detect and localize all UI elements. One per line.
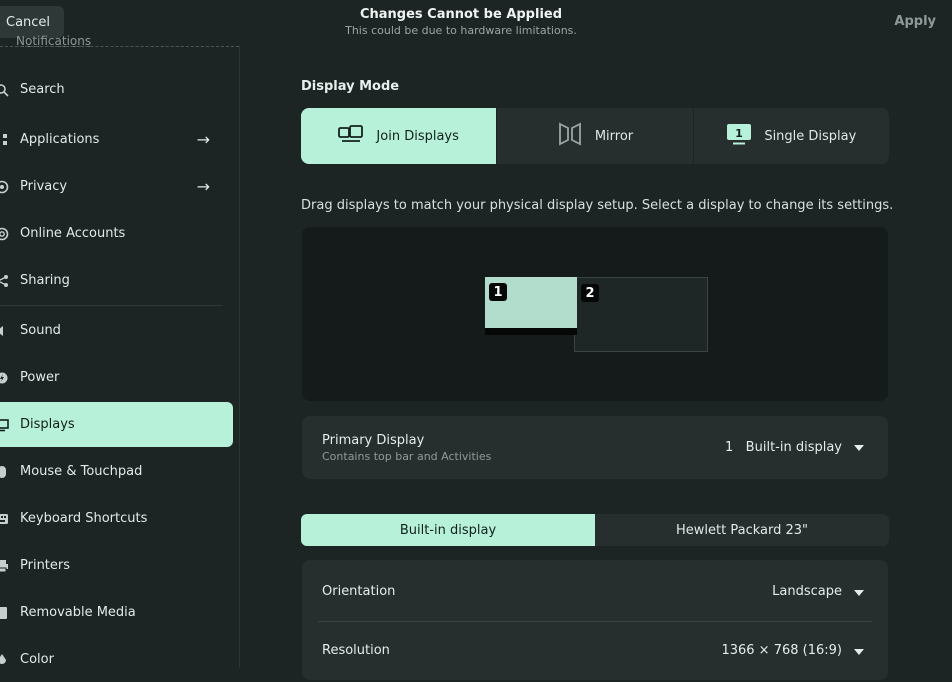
mode-mirror-button[interactable]: Mirror [497, 108, 694, 164]
grid-icon [0, 132, 10, 148]
at-icon [0, 226, 10, 242]
tab-hewlett-packard[interactable]: Hewlett Packard 23" [595, 514, 889, 546]
sidebar-item-label: Displays [20, 417, 75, 432]
sidebar: Notifications Search Applications → Priv… [0, 0, 240, 668]
sidebar-item-label: Applications [20, 132, 100, 147]
header-title-group: Changes Cannot be Applied This could be … [300, 7, 622, 37]
chevron-down-icon [854, 445, 864, 451]
sidebar-item-label: Printers [20, 558, 71, 573]
sidebar-item-label: Mouse & Touchpad [20, 464, 143, 479]
power-icon [0, 370, 10, 386]
hand-icon [0, 179, 10, 195]
mouse-icon [0, 464, 10, 480]
sidebar-item-label: Removable Media [20, 605, 136, 620]
sidebar-item-online-accounts[interactable]: Online Accounts [0, 211, 232, 256]
header-sidebar-edge [0, 46, 239, 47]
sidebar-item-printers[interactable]: Printers [0, 543, 232, 588]
search-icon [0, 82, 10, 98]
primary-display-row[interactable]: Primary Display Contains top bar and Act… [302, 416, 888, 479]
mode-label: Join Displays [376, 128, 459, 144]
sidebar-separator [0, 305, 223, 306]
keyboard-icon [0, 511, 10, 527]
monitor-1-badge: 1 [489, 283, 507, 301]
tab-built-in-display[interactable]: Built-in display [301, 514, 595, 546]
display-tabs: Built-in display Hewlett Packard 23" [301, 514, 889, 546]
sidebar-item-mouse-touchpad[interactable]: Mouse & Touchpad [0, 449, 232, 494]
sidebar-item-sharing[interactable]: Sharing [0, 258, 232, 303]
sidebar-item-label: Power [20, 370, 60, 385]
chevron-down-icon [854, 649, 864, 655]
display-mode-group: Join Displays Mirror 1 Single Display [301, 108, 889, 164]
monitor-2-preview[interactable]: 2 [574, 277, 708, 352]
sidebar-item-color[interactable]: Color [0, 637, 232, 682]
sidebar-item-removable-media[interactable]: Removable Media [0, 590, 232, 635]
mode-label: Single Display [764, 128, 857, 144]
display-arrangement-area: 2 1 [302, 227, 888, 401]
sidebar-item-sound[interactable]: Sound [0, 308, 232, 353]
sidebar-item-search[interactable]: Search [0, 67, 232, 112]
sidebar-item-privacy[interactable]: Privacy → [0, 164, 232, 209]
main-panel: Display Mode Join Displays Mirror 1 Sing… [240, 0, 952, 680]
display-mode-title: Display Mode [301, 79, 400, 94]
mode-join-displays-button[interactable]: Join Displays [301, 108, 498, 164]
join-displays-icon [338, 125, 364, 147]
speaker-icon [0, 323, 10, 339]
sidebar-item-applications[interactable]: Applications → [0, 117, 232, 162]
mode-label: Mirror [594, 128, 634, 144]
svg-text:1: 1 [735, 127, 743, 140]
orientation-dropdown[interactable]: Landscape [772, 584, 842, 599]
primary-display-label: Primary Display [322, 433, 425, 448]
orientation-label: Orientation [322, 584, 396, 599]
color-icon [0, 652, 10, 668]
page-title: Changes Cannot be Applied [359, 7, 563, 22]
header-divider-mask [239, 0, 240, 46]
sidebar-item-displays[interactable]: Displays [0, 402, 233, 447]
primary-display-value: 1 Built-in display [725, 440, 842, 455]
header-bar: Cancel Changes Cannot be Applied This co… [0, 0, 952, 46]
monitor-2-badge: 2 [581, 284, 599, 302]
apply-button[interactable]: Apply [894, 14, 936, 29]
sidebar-item-label: Search [20, 82, 65, 97]
mode-single-display-button[interactable]: 1 Single Display [694, 108, 889, 164]
resolution-dropdown[interactable]: 1366 × 768 (16:9) [721, 643, 842, 658]
sidebar-item-label: Keyboard Shortcuts [20, 511, 148, 526]
page-subtitle: This could be due to hardware limitation… [345, 24, 577, 37]
sidebar-item-label: Color [20, 652, 54, 667]
sidebar-item-label: Privacy [20, 179, 68, 194]
chevron-down-icon [854, 590, 864, 596]
arrangement-hint: Drag displays to match your physical dis… [301, 198, 894, 213]
single-display-icon: 1 [726, 123, 752, 149]
display-settings-card: Orientation Landscape Resolution 1366 × … [302, 560, 888, 680]
sidebar-item-label: Sharing [20, 273, 70, 288]
row-divider [318, 621, 872, 622]
resolution-label: Resolution [322, 643, 390, 658]
sidebar-item-keyboard-shortcuts[interactable]: Keyboard Shortcuts [0, 496, 232, 541]
arrow-right-icon: → [196, 177, 210, 196]
monitor-icon [0, 417, 10, 433]
sidebar-item-power[interactable]: Power [0, 355, 232, 400]
sidebar-item-label: Online Accounts [20, 226, 126, 241]
printer-icon [0, 558, 10, 574]
media-icon [0, 605, 10, 621]
arrow-right-icon: → [196, 130, 210, 149]
primary-display-sublabel: Contains top bar and Activities [322, 450, 492, 463]
sidebar-item-notifications-partial: Notifications [16, 34, 92, 46]
share-icon [0, 273, 10, 289]
monitor-1-preview[interactable]: 1 [485, 277, 577, 335]
mirror-icon [557, 121, 583, 151]
sidebar-item-label: Sound [20, 323, 61, 338]
